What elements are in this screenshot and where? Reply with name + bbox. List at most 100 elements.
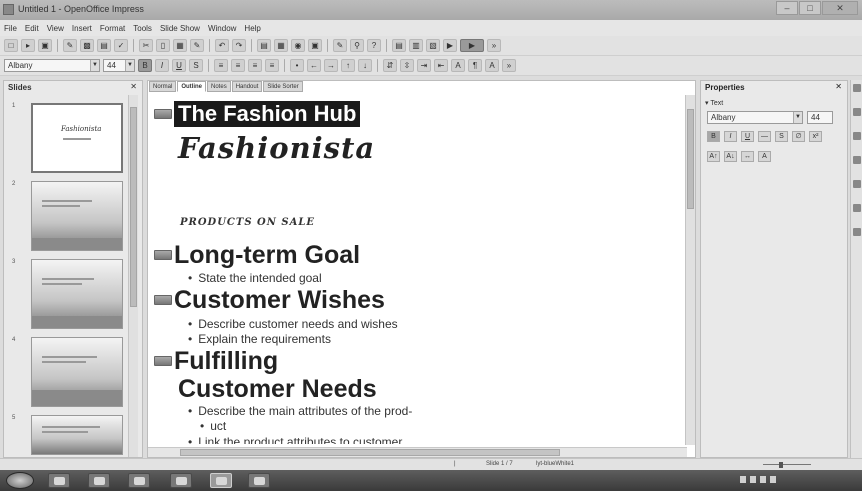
outline-horizontal-scrollbar[interactable]	[148, 447, 687, 457]
paste-icon[interactable]: ▦	[173, 39, 187, 52]
styles-deck-icon[interactable]	[853, 108, 861, 116]
outline-bullet[interactable]: Link the product attributes to customer	[188, 435, 402, 444]
outline-title[interactable]: Long-term Goal	[174, 242, 360, 268]
decrease-spacing-icon[interactable]: ⇳	[400, 59, 414, 72]
decrease-indent-icon[interactable]: ⇤	[434, 59, 448, 72]
scrollbar-thumb[interactable]	[687, 109, 694, 209]
menu-insert[interactable]: Insert	[72, 24, 92, 33]
justify-icon[interactable]: ≡	[265, 59, 279, 72]
outline-subtitle[interactable]: Fashionista	[178, 131, 375, 165]
help-icon[interactable]: ?	[367, 39, 381, 52]
font-size-combo[interactable]: 44 ▼	[103, 59, 135, 72]
char-spacing-icon[interactable]: ↔	[741, 151, 754, 162]
align-center-icon[interactable]: ≡	[231, 59, 245, 72]
slides-scrollbar[interactable]	[128, 95, 138, 457]
save-icon[interactable]: ▣	[38, 39, 52, 52]
undo-icon[interactable]: ↶	[215, 39, 229, 52]
bold-icon[interactable]: B	[707, 131, 720, 142]
ie-icon[interactable]	[128, 473, 150, 488]
tab-normal[interactable]: Normal	[149, 81, 177, 92]
print-icon[interactable]: ▤	[97, 39, 111, 52]
underline-icon[interactable]: U	[172, 59, 186, 72]
clone-icon[interactable]: ✎	[190, 39, 204, 52]
menu-window[interactable]: Window	[208, 24, 236, 33]
italic-icon[interactable]: I	[155, 59, 169, 72]
slideshow-icon[interactable]: ▶	[443, 39, 457, 52]
promote-icon[interactable]: ←	[307, 59, 321, 72]
font-color-icon[interactable]: A	[485, 59, 499, 72]
more-tools-icon[interactable]: »	[487, 39, 501, 52]
new-icon[interactable]: □	[4, 39, 18, 52]
menu-help[interactable]: Help	[244, 24, 260, 33]
navigator-deck-icon[interactable]	[853, 156, 861, 164]
shadow-icon[interactable]: S	[189, 59, 203, 72]
slide-design-icon[interactable]: ▧	[426, 39, 440, 52]
bullets-icon[interactable]: •	[290, 59, 304, 72]
firefox-icon[interactable]	[170, 473, 192, 488]
tab-notes[interactable]: Notes	[207, 81, 231, 92]
props-font-name-combo[interactable]: Albany ▼	[707, 111, 803, 124]
close-icon[interactable]: ✕	[835, 82, 842, 91]
display-view-icon[interactable]: ▤	[392, 39, 406, 52]
windows-start-icon[interactable]	[6, 472, 34, 489]
align-left-icon[interactable]: ≡	[214, 59, 228, 72]
menu-file[interactable]: File	[4, 24, 17, 33]
close-icon[interactable]: ✕	[130, 82, 137, 91]
volume-icon[interactable]	[760, 476, 766, 483]
chart-icon[interactable]: ▤	[257, 39, 271, 52]
menu-format[interactable]: Format	[100, 24, 125, 33]
navigator-icon[interactable]: ◉	[291, 39, 305, 52]
cut-icon[interactable]: ✂	[139, 39, 153, 52]
clear-format-icon[interactable]: ∅	[792, 131, 805, 142]
table-icon[interactable]: ▦	[274, 39, 288, 52]
bold-icon[interactable]: B	[138, 59, 152, 72]
character-icon[interactable]: A	[451, 59, 465, 72]
menu-view[interactable]: View	[47, 24, 64, 33]
strikethrough-icon[interactable]: —	[758, 131, 771, 142]
shrink-font-icon[interactable]: A↓	[724, 151, 737, 162]
outline-title-continued[interactable]: Customer Needs	[178, 375, 377, 404]
outline-bullet[interactable]: State the intended goal	[188, 271, 321, 285]
text-section-header[interactable]: ▾ Text	[705, 99, 723, 107]
menu-tools[interactable]: Tools	[133, 24, 152, 33]
tab-handout[interactable]: Handout	[231, 81, 263, 92]
network-icon[interactable]	[750, 476, 756, 483]
move-up-icon[interactable]: ↑	[341, 59, 355, 72]
scrollbar-thumb[interactable]	[180, 449, 560, 456]
slide-layout-icon[interactable]: ▥	[409, 39, 423, 52]
properties-deck-icon[interactable]	[853, 84, 861, 92]
align-right-icon[interactable]: ≡	[248, 59, 262, 72]
outline-text[interactable]: PRODUCTS ON SALE	[180, 217, 315, 228]
increase-indent-icon[interactable]: ⇥	[417, 59, 431, 72]
slide-thumbnail-4[interactable]	[31, 337, 123, 407]
gallery-icon[interactable]: ▣	[308, 39, 322, 52]
presentation-toggle-icon[interactable]: ▶	[460, 39, 484, 52]
outline-bullet-continued[interactable]: uct	[188, 419, 226, 433]
props-font-size-combo[interactable]: 44	[807, 111, 833, 124]
slide-thumbnail-5[interactable]	[31, 415, 123, 455]
word-icon[interactable]	[210, 473, 232, 488]
redo-icon[interactable]: ↷	[232, 39, 246, 52]
font-color-icon[interactable]: A	[758, 151, 771, 162]
italic-icon[interactable]: I	[724, 131, 737, 142]
copy-icon[interactable]: ▯	[156, 39, 170, 52]
grow-font-icon[interactable]: A↑	[707, 151, 720, 162]
zoom-knob[interactable]	[779, 462, 783, 468]
outline-bullet[interactable]: Describe customer needs and wishes	[188, 317, 397, 331]
outline-content[interactable]: The Fashion Hub Fashionista PRODUCTS ON …	[154, 99, 674, 444]
demote-icon[interactable]: →	[324, 59, 338, 72]
outline-bullet[interactable]: Explain the requirements	[188, 332, 331, 346]
outline-title[interactable]: Customer Wishes	[174, 287, 385, 313]
zoom-icon[interactable]: ⚲	[350, 39, 364, 52]
outline-bullet[interactable]: Describe the main attributes of the prod…	[188, 404, 412, 418]
power-icon[interactable]	[770, 476, 776, 483]
chevron-down-icon[interactable]: ▼	[793, 112, 802, 123]
menu-slide-show[interactable]: Slide Show	[160, 24, 200, 33]
pdf-icon[interactable]: ▩	[80, 39, 94, 52]
outline-title[interactable]: The Fashion Hub	[174, 101, 361, 127]
draw-icon[interactable]: ✎	[333, 39, 347, 52]
media-icon[interactable]	[88, 473, 110, 488]
minimize-button[interactable]: –	[776, 1, 798, 15]
chevron-down-icon[interactable]: ▼	[90, 60, 99, 71]
shadow-icon[interactable]: S	[775, 131, 788, 142]
